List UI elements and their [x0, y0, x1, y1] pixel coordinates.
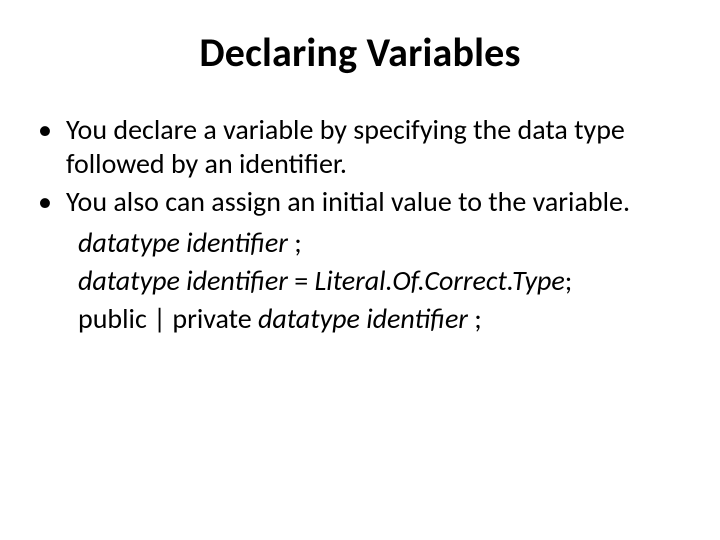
syntax-text: public | private [78, 301, 258, 336]
syntax-text: ; [565, 263, 573, 298]
syntax-line: datatype identifier = Literal.Of.Correct… [78, 263, 690, 299]
bullet-item: You also can assign an initial value to … [36, 185, 690, 219]
syntax-block: datatype identifier ; datatype identifie… [30, 225, 690, 336]
syntax-text: = [288, 263, 315, 298]
syntax-italic: Literal.Of.Correct.Type [315, 263, 565, 298]
bullet-item: You declare a variable by specifying the… [36, 113, 690, 181]
syntax-text: ; [288, 225, 302, 260]
slide-title: Declaring Variables [30, 28, 690, 77]
syntax-italic: datatype identifier [258, 301, 468, 336]
syntax-italic: datatype identifier [78, 263, 288, 298]
syntax-line: public | private datatype identifier ; [78, 301, 690, 337]
syntax-text: ; [468, 301, 482, 336]
bullet-list: You declare a variable by specifying the… [30, 113, 690, 219]
syntax-italic: datatype identifier [78, 225, 288, 260]
slide: Declaring Variables You declare a variab… [0, 0, 720, 540]
syntax-line: datatype identifier ; [78, 225, 690, 261]
